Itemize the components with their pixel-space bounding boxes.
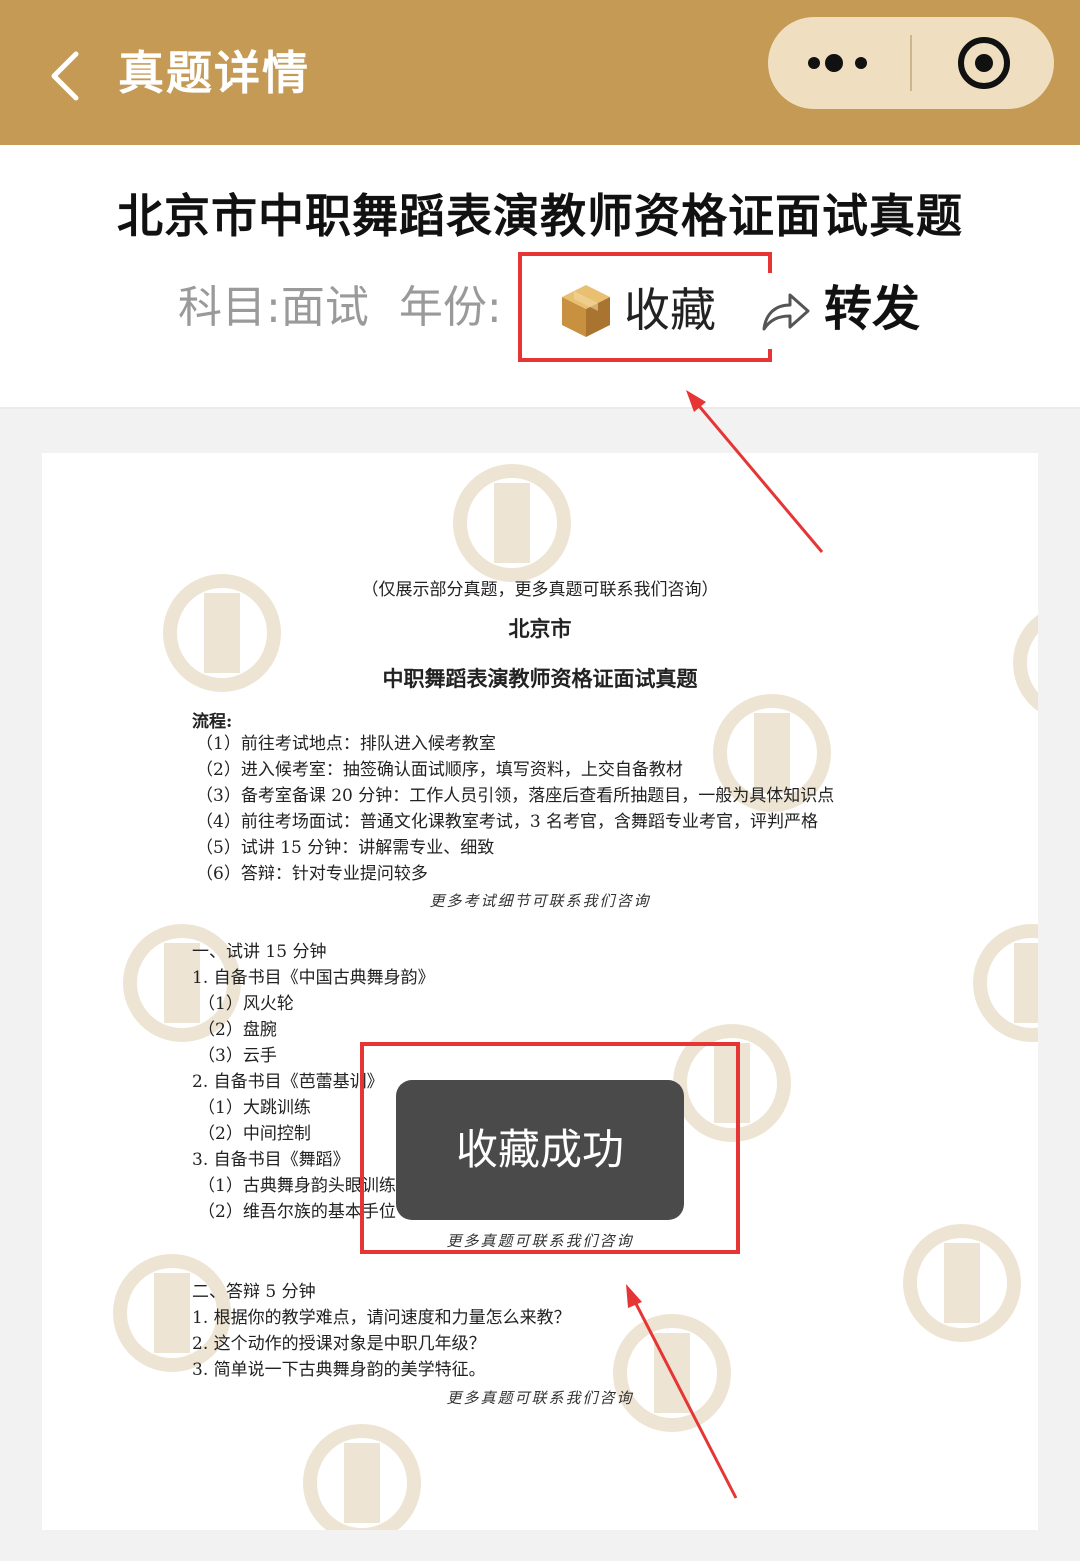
- section1-line: （3）云手: [198, 1046, 277, 1066]
- process-label: 流程:: [192, 712, 233, 732]
- close-mini-program-button[interactable]: [912, 17, 1054, 109]
- nav-title: 真题详情: [118, 46, 310, 100]
- toast-highlight-box: [360, 1042, 740, 1254]
- collect-button[interactable]: 收藏: [518, 252, 772, 362]
- section2-line: 3. 简单说一下古典舞身韵的美学特征。: [192, 1360, 486, 1380]
- section1-line: （1）风火轮: [198, 994, 294, 1014]
- back-arrow-icon[interactable]: [44, 48, 88, 104]
- section1-line: （1）大跳训练: [198, 1098, 311, 1118]
- top-nav-bar: 真题详情: [0, 0, 1080, 145]
- collect-label: 收藏: [624, 283, 716, 337]
- share-arrow-icon: [762, 293, 810, 331]
- section2-line: 1. 根据你的教学难点，请问速度和力量怎么来教？: [192, 1308, 571, 1328]
- section2-note: 更多真题可联系我们咨询: [446, 1389, 634, 1407]
- subject-label: 科目:面试: [178, 282, 369, 333]
- process-line: （6）答辩：针对专业提问较多: [196, 864, 428, 884]
- more-dots-icon: [808, 54, 867, 72]
- section1-line: （2）中间控制: [198, 1124, 311, 1144]
- watermark-logo: [453, 464, 571, 582]
- doc-city: 北京市: [508, 616, 572, 641]
- section1-title: 一、试讲 15 分钟: [192, 942, 327, 962]
- process-line: （1）前往考试地点：排队进入候考教室: [196, 734, 496, 754]
- box-icon: [562, 285, 610, 337]
- watermark-logo: [303, 1424, 421, 1530]
- process-note: 更多考试细节可联系我们咨询: [429, 892, 651, 910]
- section1-line: 1. 自备书目《中国古典舞身韵》: [192, 968, 435, 988]
- process-line: （3）备考室备课 20 分钟：工作人员引领，落座后查看所抽题目，一般为具体知识点: [196, 786, 835, 806]
- page-title: 北京市中职舞蹈表演教师资格证面试真题: [117, 189, 963, 243]
- doc-heading: 中职舞蹈表演教师资格证面试真题: [382, 666, 698, 691]
- section1-line: 3. 自备书目《舞蹈》: [192, 1150, 350, 1170]
- process-line: （4）前往考场面试：普通文化课教室考试，3 名考官，含舞蹈专业考官，评判严格: [196, 812, 819, 832]
- section2-line: 2. 这个动作的授课对象是中职几年级？: [192, 1334, 486, 1354]
- year-label: 年份:: [398, 282, 502, 333]
- exam-document-image: （仅展示部分真题，更多真题可联系我们咨询） 北京市 中职舞蹈表演教师资格证面试真…: [42, 453, 1038, 1530]
- section1-line: （2）盘腕: [198, 1020, 277, 1040]
- share-button[interactable]: 转发: [760, 273, 930, 349]
- mini-program-capsule: [768, 17, 1054, 109]
- more-button[interactable]: [768, 17, 910, 109]
- target-circle-icon: [958, 37, 1010, 89]
- section1-line: 2. 自备书目《芭蕾基训》: [192, 1072, 384, 1092]
- process-line: （2）进入候考室：抽签确认面试顺序，填写资料，上交自备教材: [196, 760, 683, 780]
- watermark-logo: [973, 924, 1038, 1042]
- share-label: 转发: [824, 281, 921, 337]
- doc-top-note: （仅展示部分真题，更多真题可联系我们咨询）: [361, 580, 719, 600]
- section2-title: 二、答辩 5 分钟: [192, 1282, 316, 1302]
- process-line: （5）试讲 15 分钟：讲解需专业、细致: [196, 838, 495, 858]
- watermark-logo: [613, 1314, 731, 1432]
- meta-info: 科目:面试 年份:: [178, 276, 502, 340]
